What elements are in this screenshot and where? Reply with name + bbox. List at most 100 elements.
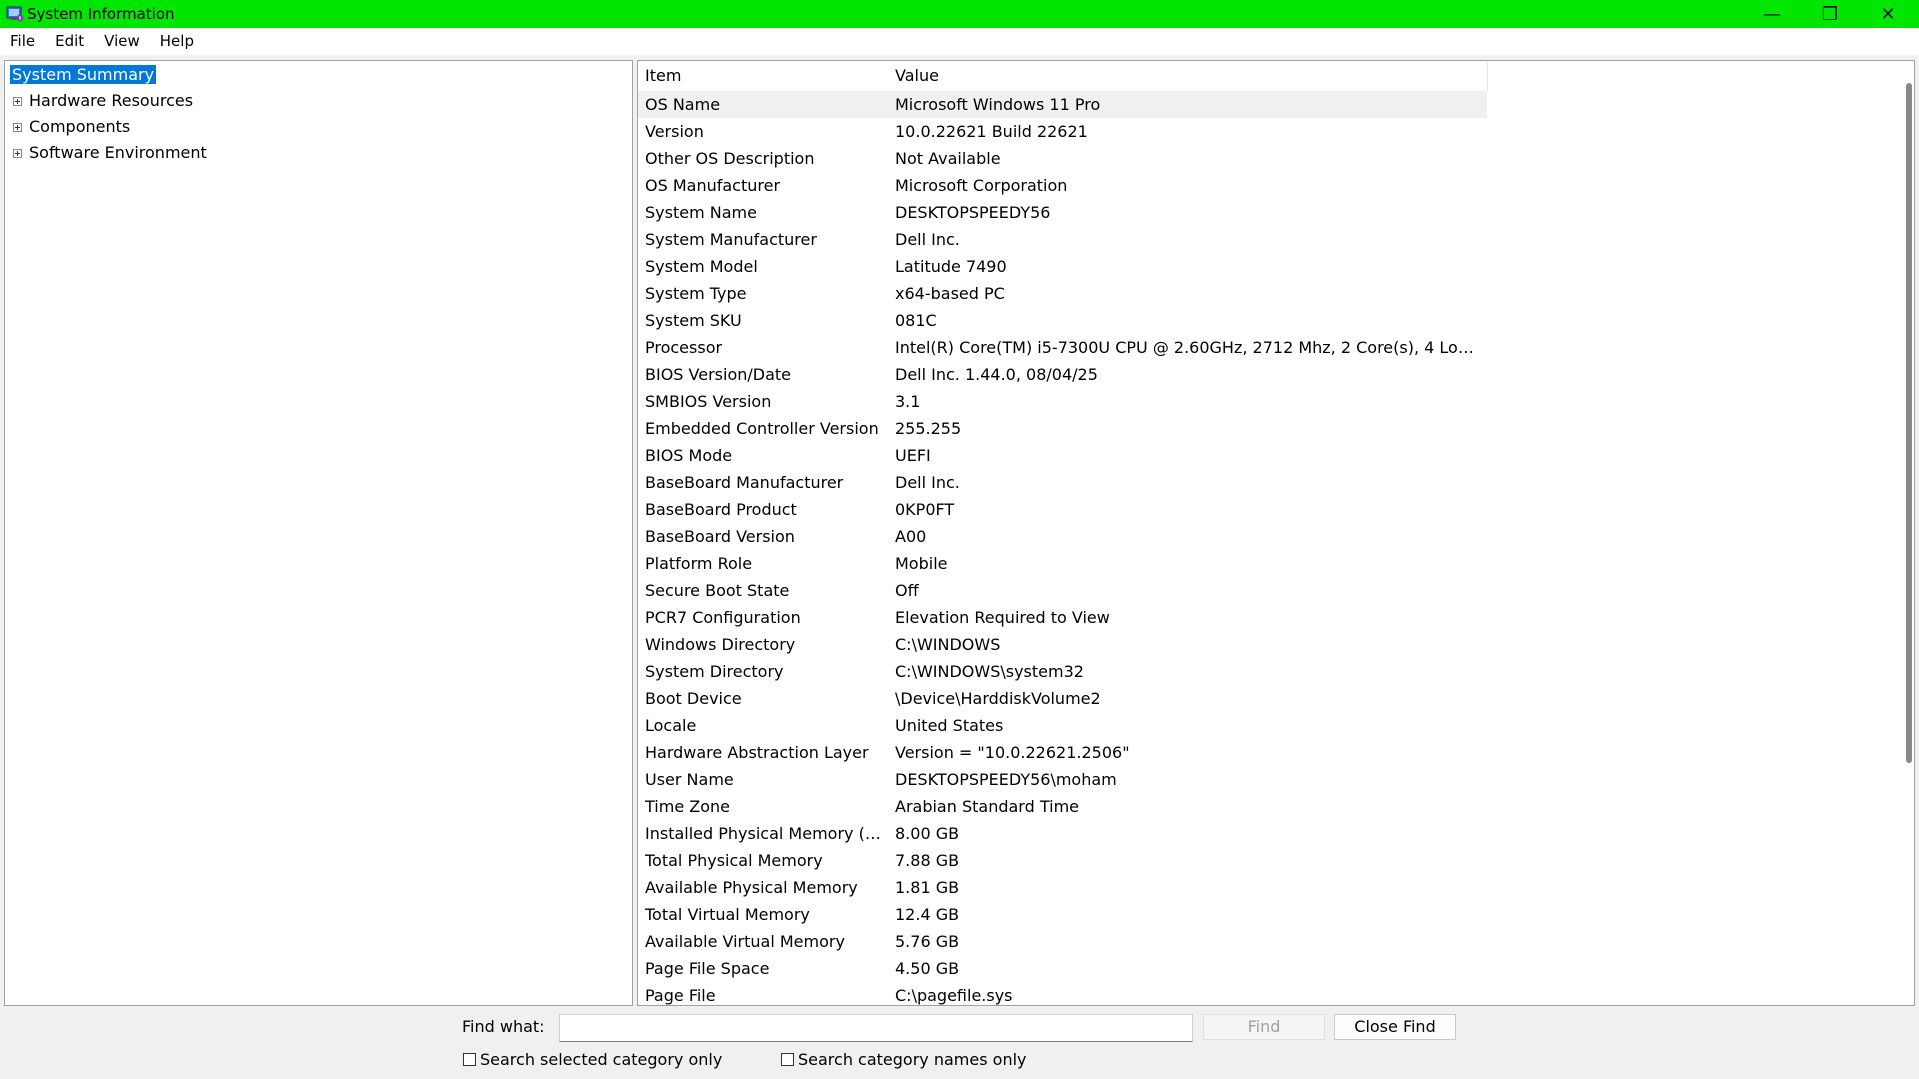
table-row[interactable]: Embedded Controller Version 255.255 bbox=[638, 415, 1487, 442]
table-row[interactable]: SMBIOS Version 3.1 bbox=[638, 388, 1487, 415]
search-selected-category-option[interactable]: Search selected category only bbox=[463, 1050, 722, 1069]
details-list[interactable]: Item Value OS Name Microsoft Windows 11 P… bbox=[637, 60, 1915, 1006]
find-label: Find what: bbox=[462, 1017, 545, 1036]
close-button[interactable]: ✕ bbox=[1859, 0, 1917, 28]
table-row[interactable]: Available Physical Memory 1.81 GB bbox=[638, 874, 1487, 901]
tree-item-label: Software Environment bbox=[29, 143, 207, 162]
minimize-icon: — bbox=[1763, 3, 1781, 25]
table-row[interactable]: Page File C:\pagefile.sys bbox=[638, 982, 1487, 1005]
menu-view[interactable]: View bbox=[94, 28, 150, 55]
window-title: System Information bbox=[27, 5, 175, 23]
table-row[interactable]: BIOS Mode UEFI bbox=[638, 442, 1487, 469]
row-item: OS Name bbox=[645, 95, 721, 114]
row-item: System Name bbox=[645, 203, 757, 222]
table-row[interactable]: User Name DESKTOPSPEEDY56\moham bbox=[638, 766, 1487, 793]
row-value: United States bbox=[895, 716, 1004, 735]
row-value: C:\WINDOWS bbox=[895, 635, 1001, 654]
table-row[interactable]: Boot Device \Device\HarddiskVolume2 bbox=[638, 685, 1487, 712]
table-row[interactable]: System Name DESKTOPSPEEDY56 bbox=[638, 199, 1487, 226]
menu-file[interactable]: File bbox=[0, 28, 45, 55]
table-row[interactable]: Locale United States bbox=[638, 712, 1487, 739]
row-value: Microsoft Windows 11 Pro bbox=[895, 95, 1101, 114]
table-row[interactable]: System Directory C:\WINDOWS\system32 bbox=[638, 658, 1487, 685]
column-divider[interactable] bbox=[1487, 61, 1488, 91]
close-icon: ✕ bbox=[1880, 3, 1896, 25]
category-tree[interactable]: System Summary Hardware Resources Compon… bbox=[4, 60, 633, 1006]
row-item: Boot Device bbox=[645, 689, 742, 708]
table-row[interactable]: OS Name Microsoft Windows 11 Pro bbox=[638, 91, 1487, 118]
table-row[interactable]: Other OS Description Not Available bbox=[638, 145, 1487, 172]
row-value: Off bbox=[895, 581, 919, 600]
table-row[interactable]: System Manufacturer Dell Inc. bbox=[638, 226, 1487, 253]
table-row[interactable]: BaseBoard Manufacturer Dell Inc. bbox=[638, 469, 1487, 496]
row-value: Elevation Required to View bbox=[895, 608, 1110, 627]
row-item: Hardware Abstraction Layer bbox=[645, 743, 869, 762]
restore-button[interactable]: ❐ bbox=[1801, 0, 1859, 28]
menu-edit[interactable]: Edit bbox=[45, 28, 94, 55]
table-row[interactable]: System Type x64-based PC bbox=[638, 280, 1487, 307]
row-value: Dell Inc. bbox=[895, 230, 960, 249]
table-row[interactable]: Available Virtual Memory 5.76 GB bbox=[638, 928, 1487, 955]
table-row[interactable]: Version 10.0.22621 Build 22621 bbox=[638, 118, 1487, 145]
row-item: Page File bbox=[645, 986, 716, 1005]
table-row[interactable]: Page File Space 4.50 GB bbox=[638, 955, 1487, 982]
row-value: C:\WINDOWS\system32 bbox=[895, 662, 1084, 681]
expand-icon[interactable] bbox=[13, 149, 22, 158]
row-item: BaseBoard Manufacturer bbox=[645, 473, 844, 492]
row-item: OS Manufacturer bbox=[645, 176, 781, 195]
row-item: Windows Directory bbox=[645, 635, 796, 654]
table-row[interactable]: System Model Latitude 7490 bbox=[638, 253, 1487, 280]
row-value: 10.0.22621 Build 22621 bbox=[895, 122, 1088, 141]
table-row[interactable]: PCR7 Configuration Elevation Required to … bbox=[638, 604, 1487, 631]
menu-bar: File Edit View Help bbox=[0, 28, 1919, 55]
row-item: System Manufacturer bbox=[645, 230, 817, 249]
row-value: A00 bbox=[895, 527, 927, 546]
table-row[interactable]: Windows Directory C:\WINDOWS bbox=[638, 631, 1487, 658]
row-item: BIOS Mode bbox=[645, 446, 733, 465]
row-value: 5.76 GB bbox=[895, 932, 960, 951]
tree-item-system-summary[interactable]: System Summary bbox=[10, 63, 157, 87]
row-value: DESKTOPSPEEDY56 bbox=[895, 203, 1051, 222]
minimize-button[interactable]: — bbox=[1743, 0, 1801, 28]
table-row[interactable]: BaseBoard Product 0KP0FT bbox=[638, 496, 1487, 523]
vertical-scrollbar[interactable] bbox=[1906, 83, 1912, 763]
table-row[interactable]: Installed Physical Memory (RA... 8.00 GB bbox=[638, 820, 1487, 847]
row-value: Microsoft Corporation bbox=[895, 176, 1068, 195]
table-row[interactable]: Total Physical Memory 7.88 GB bbox=[638, 847, 1487, 874]
find-button[interactable]: Find bbox=[1203, 1014, 1325, 1040]
tree-item-components[interactable]: Components bbox=[5, 115, 405, 139]
row-value: Mobile bbox=[895, 554, 948, 573]
expand-icon[interactable] bbox=[13, 123, 22, 132]
table-row[interactable]: Time Zone Arabian Standard Time bbox=[638, 793, 1487, 820]
table-row[interactable]: BIOS Version/Date Dell Inc. 1.44.0, 08/04… bbox=[638, 361, 1487, 388]
search-selected-category-checkbox[interactable] bbox=[463, 1053, 476, 1066]
table-row[interactable]: Processor Intel(R) Core(TM) i5-7300U CPU … bbox=[638, 334, 1487, 361]
tree-item-software-environment[interactable]: Software Environment bbox=[5, 141, 405, 165]
close-find-button[interactable]: Close Find bbox=[1334, 1014, 1456, 1040]
tree-item-label: System Summary bbox=[10, 65, 157, 84]
row-value: Dell Inc. bbox=[895, 473, 960, 492]
table-row[interactable]: Secure Boot State Off bbox=[638, 577, 1487, 604]
find-input[interactable] bbox=[559, 1014, 1193, 1042]
row-item: Installed Physical Memory (RA... bbox=[645, 824, 885, 843]
row-item: Available Physical Memory bbox=[645, 878, 858, 897]
table-row[interactable]: BaseBoard Version A00 bbox=[638, 523, 1487, 550]
table-row[interactable]: Platform Role Mobile bbox=[638, 550, 1487, 577]
row-item: User Name bbox=[645, 770, 734, 789]
table-row[interactable]: OS Manufacturer Microsoft Corporation bbox=[638, 172, 1487, 199]
table-row[interactable]: Total Virtual Memory 12.4 GB bbox=[638, 901, 1487, 928]
column-header-value[interactable]: Value bbox=[888, 61, 1487, 91]
row-item: Total Virtual Memory bbox=[645, 905, 810, 924]
table-row[interactable]: Hardware Abstraction Layer Version = "10.… bbox=[638, 739, 1487, 766]
menu-help[interactable]: Help bbox=[150, 28, 204, 55]
search-category-names-option[interactable]: Search category names only bbox=[781, 1050, 1027, 1069]
row-value: Intel(R) Core(TM) i5-7300U CPU @ 2.60GHz… bbox=[895, 338, 1483, 357]
search-category-names-checkbox[interactable] bbox=[781, 1053, 794, 1066]
column-header-item[interactable]: Item bbox=[638, 61, 888, 91]
tree-item-label: Hardware Resources bbox=[29, 91, 194, 110]
row-value: Latitude 7490 bbox=[895, 257, 1007, 276]
tree-item-hardware-resources[interactable]: Hardware Resources bbox=[5, 89, 405, 113]
expand-icon[interactable] bbox=[13, 97, 22, 106]
row-item: Available Virtual Memory bbox=[645, 932, 845, 951]
table-row[interactable]: System SKU 081C bbox=[638, 307, 1487, 334]
